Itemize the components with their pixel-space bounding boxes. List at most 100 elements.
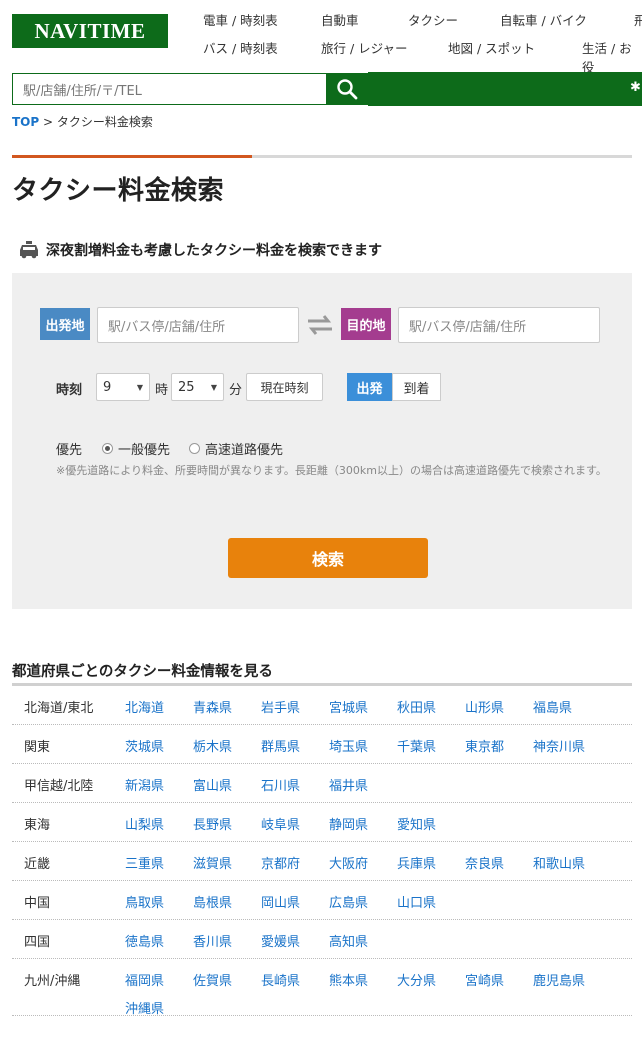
- prefecture-link[interactable]: 秋田県: [397, 697, 436, 716]
- swap-icon[interactable]: [306, 313, 334, 337]
- subheading-text: 深夜割増料金も考慮したタクシー料金を検索できます: [46, 243, 382, 259]
- time-label: 時刻: [56, 383, 83, 398]
- prefecture-link[interactable]: 鹿児島県: [533, 970, 585, 989]
- region-label: 東海: [24, 818, 51, 833]
- region-label: 四国: [24, 935, 51, 950]
- hour-select[interactable]: 9 ▼: [96, 373, 150, 401]
- prefecture-link[interactable]: 青森県: [193, 697, 232, 716]
- prefecture-link[interactable]: 高知県: [329, 931, 368, 950]
- search-bar-background: ✱: [368, 72, 642, 106]
- prefecture-link[interactable]: 静岡県: [329, 814, 368, 833]
- prefecture-section-title: 都道府県ごとのタクシー料金情報を見る: [12, 664, 273, 680]
- prefecture-link[interactable]: 長野県: [193, 814, 232, 833]
- navitime-logo[interactable]: NAVITIME: [12, 14, 168, 48]
- prefecture-row: 北海道/東北 北海道 青森県 岩手県 宮城県 秋田県 山形県 福島県: [12, 686, 632, 725]
- nav-taxi[interactable]: タクシー: [408, 10, 458, 29]
- breadcrumb-top-link[interactable]: TOP: [12, 115, 39, 129]
- region-label: 九州/沖縄: [24, 974, 81, 989]
- prefecture-link[interactable]: 山形県: [465, 697, 504, 716]
- chevron-down-icon: ▼: [136, 383, 143, 392]
- prefecture-link[interactable]: 三重県: [125, 853, 164, 872]
- prefecture-link[interactable]: 香川県: [193, 931, 232, 950]
- prefecture-link[interactable]: 茨城県: [125, 736, 164, 755]
- nav-life[interactable]: 生活 / お役: [582, 38, 642, 76]
- prefecture-link[interactable]: 大阪府: [329, 853, 368, 872]
- prefecture-row: 中国 鳥取県 島根県 岡山県 広島県 山口県: [12, 881, 632, 920]
- prefecture-link[interactable]: 岡山県: [261, 892, 300, 911]
- taxi-car-icon: [20, 241, 38, 259]
- prefecture-link[interactable]: 山口県: [397, 892, 436, 911]
- prefecture-link[interactable]: 宮崎県: [465, 970, 504, 989]
- mode-arrival-toggle[interactable]: 到着: [392, 373, 441, 401]
- departure-tag: 出発地: [40, 308, 90, 340]
- minute-select[interactable]: 25 ▼: [171, 373, 224, 401]
- nav-train[interactable]: 電車 / 時刻表: [203, 10, 278, 29]
- current-time-button[interactable]: 現在時刻: [246, 373, 323, 401]
- prefecture-link[interactable]: 千葉県: [397, 736, 436, 755]
- prefecture-row: 東海 山梨県 長野県 岐阜県 静岡県 愛知県: [12, 803, 632, 842]
- departure-input[interactable]: 駅/バス停/店舗/住所: [97, 307, 299, 343]
- chevron-down-icon: ▼: [210, 383, 217, 392]
- prefecture-link[interactable]: 徳島県: [125, 931, 164, 950]
- prefecture-link[interactable]: 山梨県: [125, 814, 164, 833]
- prefecture-link[interactable]: 岐阜県: [261, 814, 300, 833]
- prefecture-link[interactable]: 沖縄県: [125, 998, 164, 1017]
- prefecture-link[interactable]: 愛媛県: [261, 931, 300, 950]
- prefecture-link[interactable]: 東京都: [465, 736, 504, 755]
- mode-departure-toggle[interactable]: 出発: [347, 373, 392, 401]
- prefecture-link[interactable]: 島根県: [193, 892, 232, 911]
- prefecture-link[interactable]: 広島県: [329, 892, 368, 911]
- hour-value: 9: [103, 379, 112, 395]
- nav-bus[interactable]: バス / 時刻表: [203, 38, 278, 57]
- prefecture-link[interactable]: 和歌山県: [533, 853, 585, 872]
- prefecture-link[interactable]: 長崎県: [261, 970, 300, 989]
- breadcrumb-current: タクシー料金検索: [56, 115, 153, 129]
- region-label: 中国: [24, 896, 51, 911]
- priority-general-radio[interactable]: 一般優先: [102, 439, 170, 458]
- prefecture-link[interactable]: 奈良県: [465, 853, 504, 872]
- prefecture-row: 関東 茨城県 栃木県 群馬県 埼玉県 千葉県 東京都 神奈川県: [12, 725, 632, 764]
- radio-unselected-icon: [189, 443, 200, 454]
- settings-icon[interactable]: ✱: [630, 81, 641, 94]
- prefecture-link[interactable]: 宮城県: [329, 697, 368, 716]
- search-submit-button[interactable]: 検索: [228, 538, 428, 578]
- prefecture-link[interactable]: 石川県: [261, 775, 300, 794]
- prefecture-row: 九州/沖縄 福岡県 佐賀県 長崎県 熊本県 大分県 宮崎県 鹿児島県沖縄県: [12, 959, 632, 1017]
- prefecture-row: 四国 徳島県 香川県 愛媛県 高知県: [12, 920, 632, 959]
- search-button[interactable]: [326, 73, 368, 105]
- prefecture-link[interactable]: 熊本県: [329, 970, 368, 989]
- prefecture-link[interactable]: 福井県: [329, 775, 368, 794]
- title-rule-accent: [12, 155, 252, 158]
- prefecture-link[interactable]: 神奈川県: [533, 736, 585, 755]
- prefecture-link[interactable]: 富山県: [193, 775, 232, 794]
- region-label: 北海道/東北: [24, 701, 94, 716]
- arrival-tag: 目的地: [341, 308, 391, 340]
- nav-flight[interactable]: 飛: [634, 10, 642, 29]
- subheading: 深夜割増料金も考慮したタクシー料金を検索できます: [18, 240, 382, 260]
- prefecture-link[interactable]: 埼玉県: [329, 736, 368, 755]
- prefecture-link[interactable]: 福岡県: [125, 970, 164, 989]
- nav-bicycle[interactable]: 自転車 / バイク: [500, 10, 587, 29]
- prefecture-row: 近畿 三重県 滋賀県 京都府 大阪府 兵庫県 奈良県 和歌山県: [12, 842, 632, 881]
- prefecture-link[interactable]: 鳥取県: [125, 892, 164, 911]
- priority-highway-radio[interactable]: 高速道路優先: [189, 439, 283, 458]
- prefecture-link[interactable]: 福島県: [533, 697, 572, 716]
- prefecture-link[interactable]: 大分県: [397, 970, 436, 989]
- prefecture-link[interactable]: 愛知県: [397, 814, 436, 833]
- nav-travel[interactable]: 旅行 / レジャー: [321, 38, 408, 57]
- prefecture-link[interactable]: 北海道: [125, 697, 164, 716]
- prefecture-link[interactable]: 岩手県: [261, 697, 300, 716]
- prefecture-link[interactable]: 新潟県: [125, 775, 164, 794]
- arrival-input[interactable]: 駅/バス停/店舗/住所: [398, 307, 600, 343]
- region-label: 近畿: [24, 857, 51, 872]
- nav-map[interactable]: 地図 / スポット: [448, 38, 535, 57]
- prefecture-link[interactable]: 京都府: [261, 853, 300, 872]
- priority-highway-label: 高速道路優先: [205, 443, 284, 458]
- prefecture-link[interactable]: 栃木県: [193, 736, 232, 755]
- prefecture-link[interactable]: 滋賀県: [193, 853, 232, 872]
- nav-car[interactable]: 自動車: [321, 10, 359, 29]
- search-input[interactable]: 駅/店舗/住所/〒/TEL: [12, 73, 328, 105]
- prefecture-link[interactable]: 群馬県: [261, 736, 300, 755]
- prefecture-link[interactable]: 兵庫県: [397, 853, 436, 872]
- prefecture-link[interactable]: 佐賀県: [193, 970, 232, 989]
